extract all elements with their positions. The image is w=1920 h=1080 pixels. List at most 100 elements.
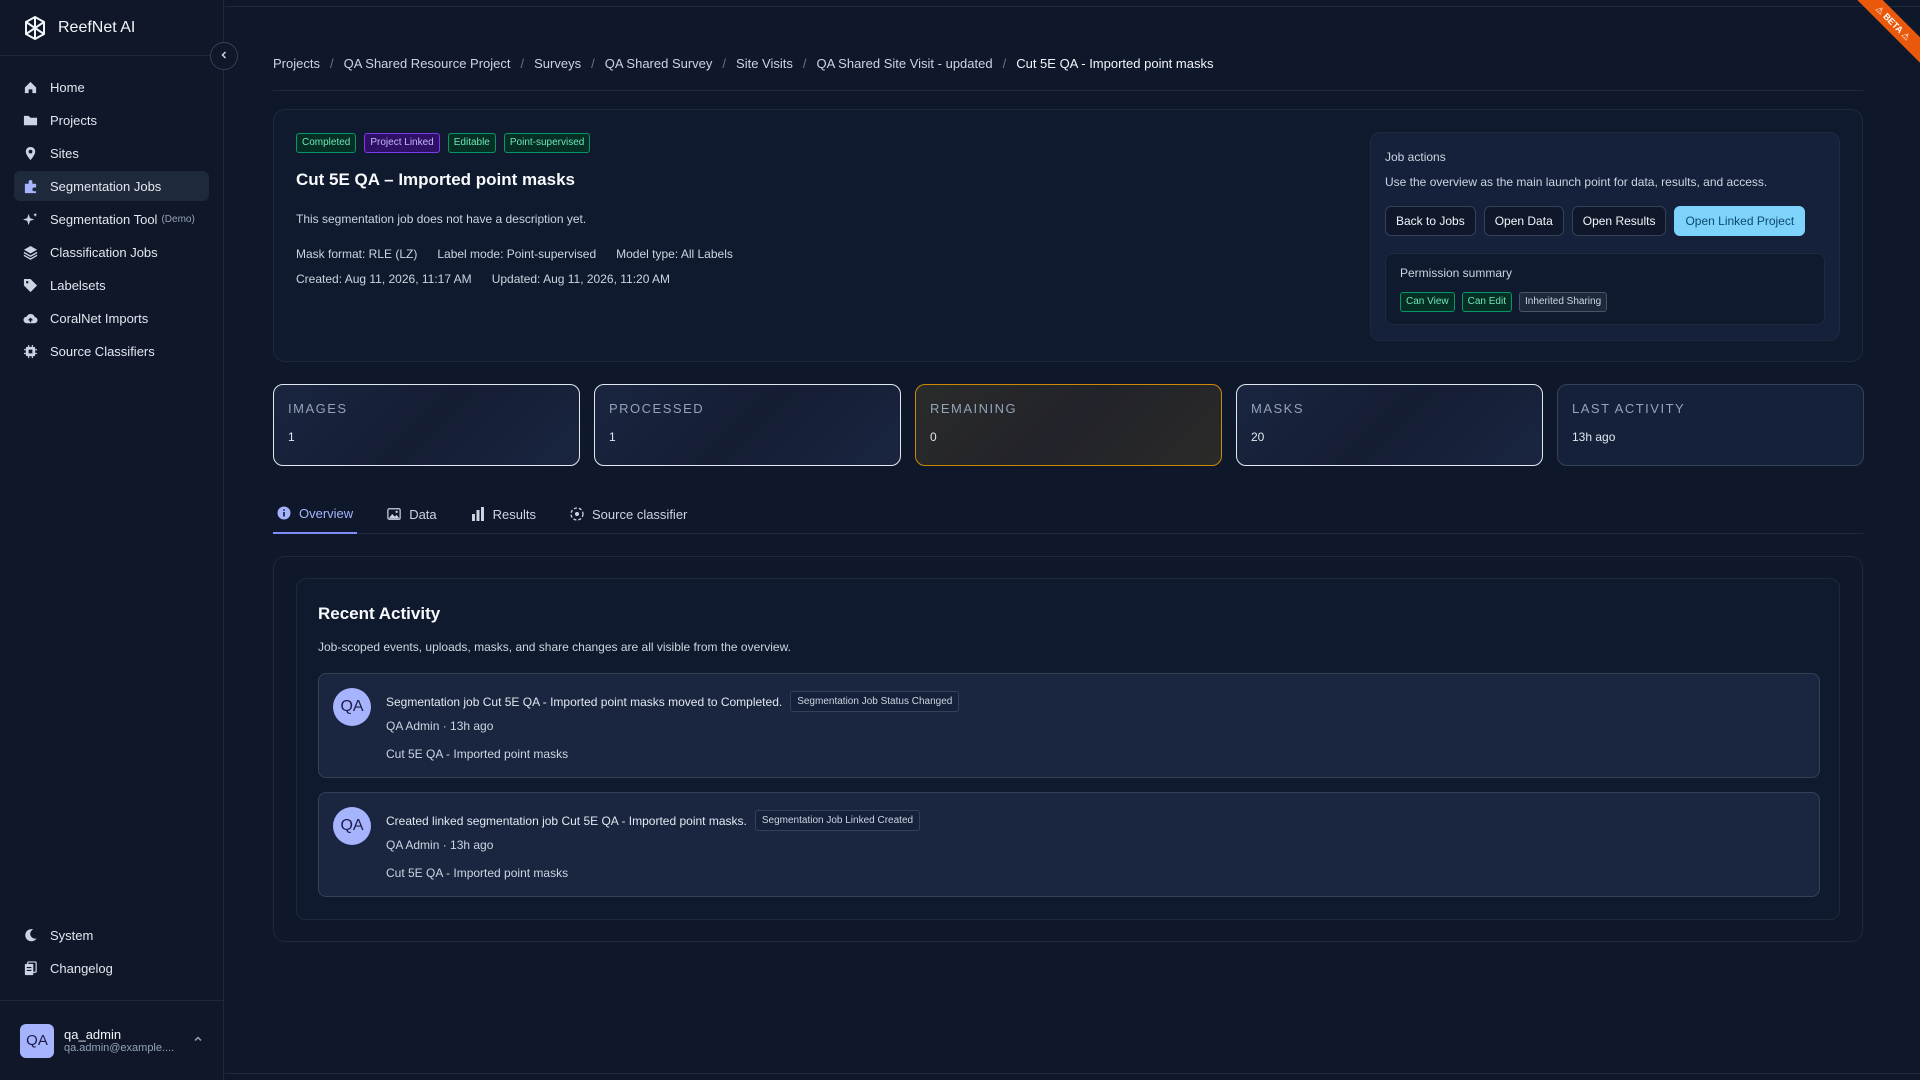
model-type: Model type: All Labels [616, 247, 733, 261]
stat-value: 1 [288, 430, 295, 444]
breadcrumb-separator: / [591, 56, 595, 71]
stat-value: 13h ago [1572, 430, 1616, 444]
nav-label: System [50, 927, 94, 943]
stat-card-remaining: REMAINING 0 [915, 384, 1222, 466]
tab-label: Data [409, 506, 437, 522]
breadcrumb-item[interactable]: Surveys [534, 56, 581, 71]
avatar: QA [333, 688, 371, 726]
breadcrumb-item[interactable]: Projects [273, 56, 320, 71]
user-email: qa.admin@example.... [64, 1042, 175, 1054]
activity-meta: QA Admin · 13h ago [386, 838, 494, 852]
nav-label: Changelog [50, 960, 113, 976]
stat-card-masks: MASKS 20 [1236, 384, 1543, 466]
breadcrumb: Projects / QA Shared Resource Project / Su… [273, 56, 1213, 71]
tab-results[interactable]: Results [467, 494, 540, 534]
breadcrumb-separator: / [1002, 56, 1007, 71]
nav-label: Segmentation Tool [50, 211, 158, 227]
user-menu[interactable]: QA qa_admin qa.admin@example.... [0, 1000, 223, 1080]
nav-item-coralnet-imports[interactable]: CoralNet Imports [14, 303, 209, 333]
nav-item-segmentation-jobs[interactable]: Segmentation Jobs [14, 171, 209, 201]
breadcrumb-separator: / [722, 56, 727, 71]
breadcrumb-item[interactable]: QA Shared Survey [605, 56, 713, 71]
bar-chart-icon [471, 507, 485, 521]
stat-value: 20 [1251, 430, 1265, 444]
stat-label: REMAINING [930, 401, 1018, 416]
main-nav: Home Projects Sites Segmentation Jobs Se… [0, 56, 223, 920]
nav-item-sites[interactable]: Sites [14, 138, 209, 168]
breadcrumb-item[interactable]: QA Shared Site Visit - updated [817, 56, 993, 71]
activity-subject[interactable]: Cut 5E QA - Imported point masks [386, 747, 568, 761]
tab-source-classifier[interactable]: Source classifier [566, 494, 691, 534]
permission-badges: Can View Can Edit Inherited Sharing [1400, 292, 1608, 312]
beta-label: BETA [1881, 11, 1905, 35]
job-actions-buttons: Back to Jobs Open Data Open Results Open… [1385, 206, 1806, 236]
nav-item-changelog[interactable]: Changelog [14, 953, 209, 983]
job-actions-title: Job actions [1385, 150, 1446, 164]
permission-summary-title: Permission summary [1400, 266, 1513, 280]
stats-row: IMAGES 1 PROCESSED 1 REMAINING 0 MASKS 2… [273, 384, 1864, 466]
breadcrumb-separator: / [520, 56, 525, 71]
activity-type-badge: Segmentation Job Linked Created [754, 810, 921, 831]
can-view-badge: Can View [1400, 292, 1455, 312]
job-actions-panel: Job actions Use the overview as the main… [1370, 132, 1840, 341]
user-avatar: QA [20, 1023, 54, 1058]
home-icon [22, 79, 38, 95]
changelog-icon [22, 960, 38, 976]
activity-text: Segmentation job Cut 5E QA - Imported po… [386, 694, 783, 709]
activity-item: QA Created linked segmentation job Cut 5… [318, 792, 1820, 897]
status-badge: Completed [296, 133, 357, 153]
stat-label: LAST ACTIVITY [1572, 401, 1686, 416]
job-badges: Completed Project Linked Editable Point-… [296, 133, 591, 153]
collapse-sidebar-button[interactable] [210, 42, 238, 70]
warning-icon: ⚠ [1899, 29, 1913, 43]
nav-item-projects[interactable]: Projects [14, 105, 209, 135]
stat-card-images: IMAGES 1 [273, 384, 580, 466]
brand[interactable]: ReefNet AI [0, 0, 223, 56]
nav-item-source-classifiers[interactable]: Source Classifiers [14, 336, 209, 366]
stat-label: MASKS [1251, 401, 1305, 416]
demo-label: (Demo) [161, 213, 195, 225]
stat-card-last-activity: LAST ACTIVITY 13h ago [1557, 384, 1864, 466]
open-linked-project-button[interactable]: Open Linked Project [1674, 206, 1806, 236]
nav-label: Classification Jobs [50, 244, 158, 260]
recent-activity-description: Job-scoped events, uploads, masks, and s… [318, 640, 791, 654]
open-data-button[interactable]: Open Data [1483, 206, 1564, 236]
activity-subject[interactable]: Cut 5E QA - Imported point masks [386, 866, 568, 880]
breadcrumb-item[interactable]: Site Visits [736, 56, 793, 71]
sidebar: ReefNet AI Home Projects Sites Segmentat… [0, 0, 224, 1080]
stat-label: IMAGES [288, 401, 348, 416]
nav-label: Labelsets [50, 277, 106, 293]
app-name: ReefNet AI [58, 18, 136, 36]
nav-item-system[interactable]: System [14, 920, 209, 950]
nav-label: Segmentation Jobs [50, 178, 162, 194]
breadcrumb-item[interactable]: QA Shared Resource Project [344, 56, 511, 71]
nav-item-classification-jobs[interactable]: Classification Jobs [14, 237, 209, 267]
layers-icon [22, 244, 38, 260]
breadcrumb-separator: / [329, 56, 334, 71]
avatar: QA [333, 807, 371, 845]
job-meta-row: Mask format: RLE (LZ) Label mode: Point-… [296, 247, 733, 261]
moon-icon [22, 927, 38, 943]
label-mode-badge: Point-supervised [503, 133, 591, 153]
nav-label: Sites [50, 145, 79, 161]
nav-item-segmentation-tool[interactable]: Segmentation Tool (Demo) [14, 204, 209, 234]
back-to-jobs-button[interactable]: Back to Jobs [1385, 206, 1476, 236]
breadcrumb-current: Cut 5E QA - Imported point masks [1016, 56, 1214, 71]
sparkles-icon [22, 211, 38, 227]
open-results-button[interactable]: Open Results [1571, 206, 1667, 236]
image-icon [387, 507, 401, 521]
tag-icon [22, 277, 38, 293]
nav-item-labelsets[interactable]: Labelsets [14, 270, 209, 300]
permission-summary: Permission summary Can View Can Edit Inh… [1385, 253, 1825, 325]
tab-data[interactable]: Data [383, 494, 440, 534]
nav-label: CoralNet Imports [50, 310, 149, 326]
stat-card-processed: PROCESSED 1 [594, 384, 901, 466]
nav-item-home[interactable]: Home [14, 72, 209, 102]
job-description: This segmentation job does not have a de… [296, 212, 587, 226]
tab-overview[interactable]: Overview [273, 494, 358, 534]
cpu-icon [22, 343, 38, 359]
folder-icon [22, 112, 38, 128]
mask-format: Mask format: RLE (LZ) [296, 247, 418, 261]
cloud-upload-icon [22, 310, 38, 326]
breadcrumb-divider [273, 90, 1863, 91]
